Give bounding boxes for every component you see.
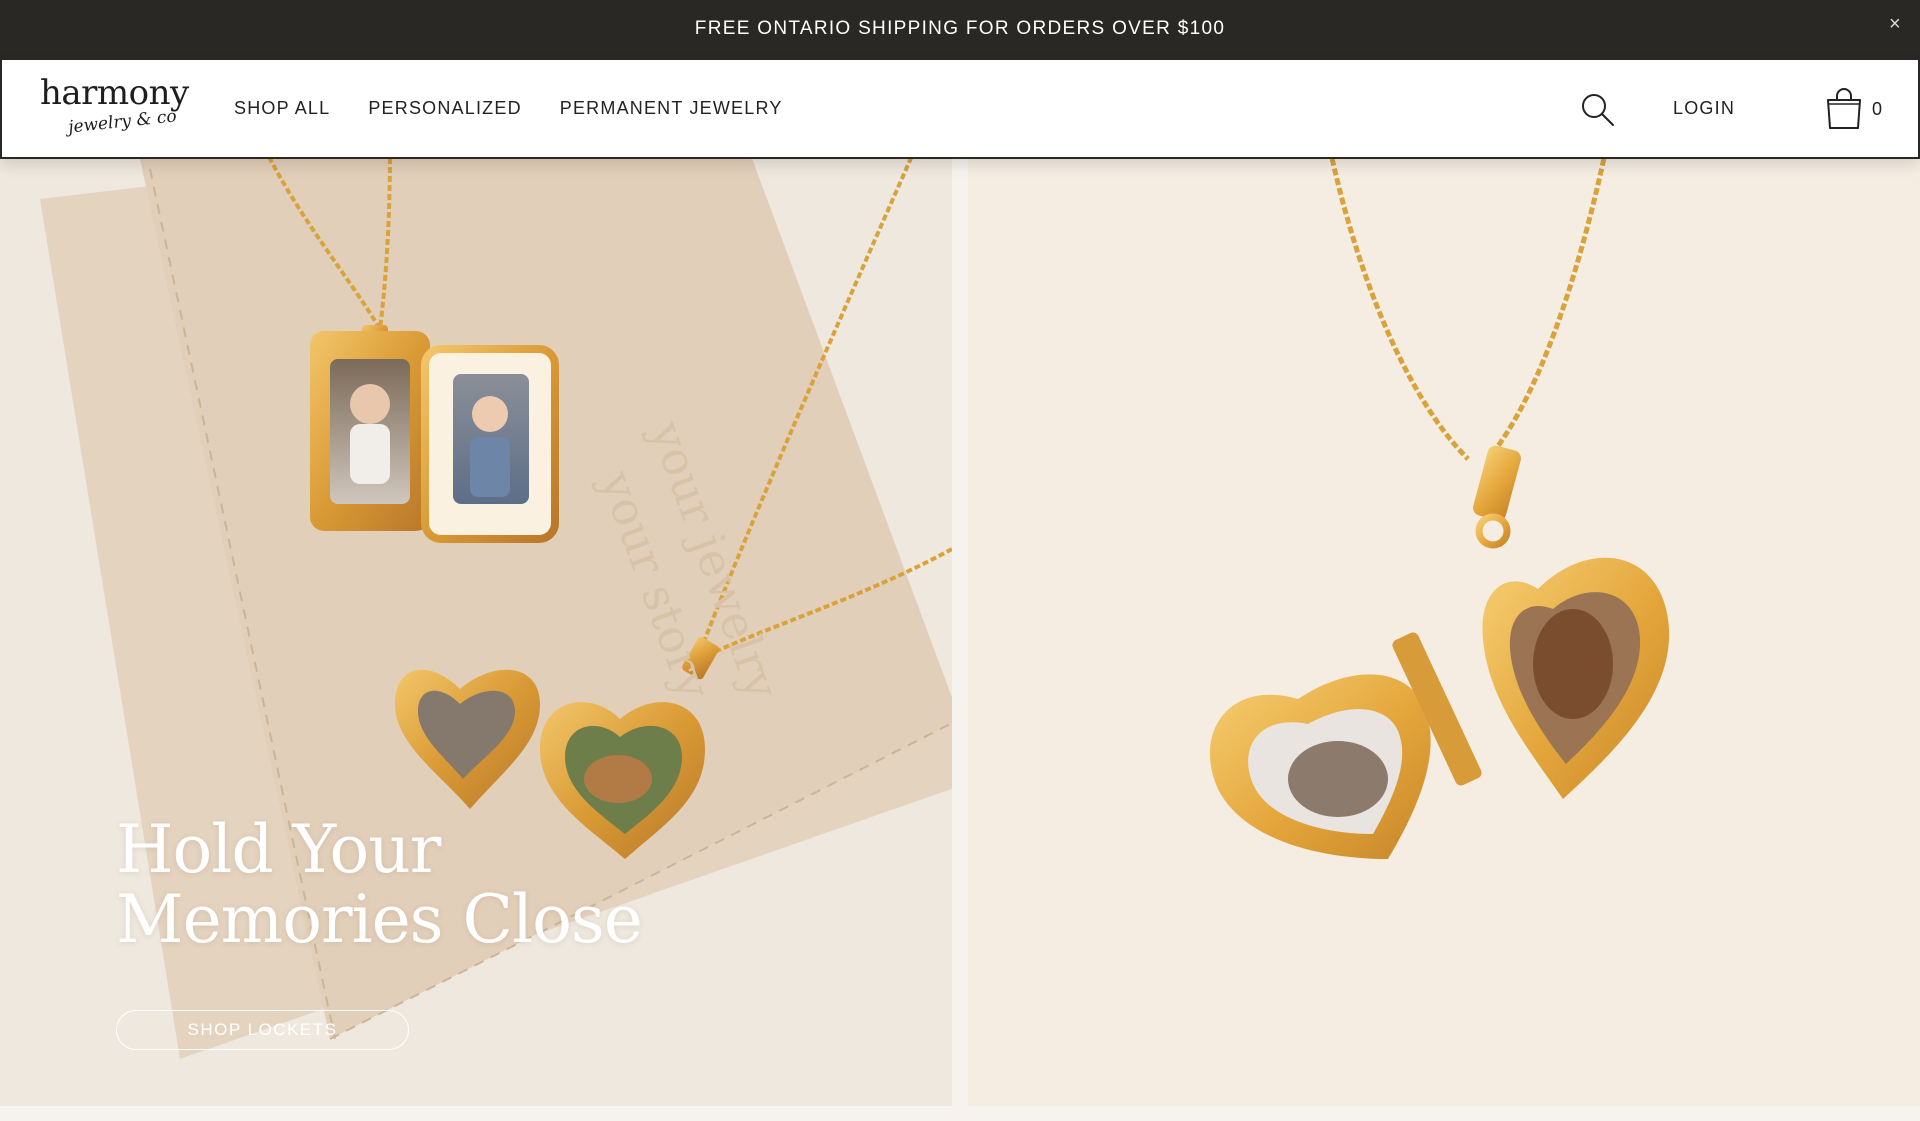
main-nav: SHOP ALL PERSONALIZED PERMANENT JEWELRY bbox=[234, 60, 783, 157]
cart-count: 0 bbox=[1872, 98, 1883, 119]
page-bottom-strip bbox=[0, 1106, 1920, 1121]
search-icon[interactable] bbox=[1580, 92, 1616, 128]
heart-locket-image bbox=[968, 159, 1920, 1106]
announcement-text: FREE ONTARIO SHIPPING FOR ORDERS OVER $1… bbox=[694, 18, 1226, 39]
logo-tagline: jewelry & co bbox=[67, 106, 178, 138]
hero-left-panel: your jewelry your story bbox=[0, 159, 952, 1106]
close-icon[interactable]: × bbox=[1889, 14, 1902, 34]
shop-lockets-button[interactable]: SHOP LOCKETS bbox=[116, 1010, 409, 1050]
nav-shop-all[interactable]: SHOP ALL bbox=[234, 98, 330, 119]
logo-wordmark: harmony bbox=[40, 73, 189, 113]
nav-permanent-jewelry[interactable]: PERMANENT JEWELRY bbox=[560, 98, 783, 119]
cart-button[interactable]: 0 bbox=[1824, 88, 1882, 130]
hero-title-line-2: Memories Close bbox=[116, 881, 643, 958]
hero-right-panel bbox=[968, 159, 1920, 1106]
shopping-bag-icon bbox=[1827, 88, 1861, 129]
site-header: harmony jewelry & co SHOP ALL PERSONALIZ… bbox=[0, 58, 1920, 159]
logo[interactable]: harmony jewelry & co bbox=[40, 76, 190, 142]
hero-title-line-1: Hold Your bbox=[116, 811, 441, 888]
login-link[interactable]: LOGIN bbox=[1673, 60, 1735, 157]
nav-personalized[interactable]: PERSONALIZED bbox=[368, 98, 521, 119]
announcement-bar: FREE ONTARIO SHIPPING FOR ORDERS OVER $1… bbox=[0, 0, 1920, 58]
hero-title: Hold Your Memories Close bbox=[116, 811, 643, 958]
lockets-on-pouch-image: your jewelry your story bbox=[0, 159, 952, 1106]
